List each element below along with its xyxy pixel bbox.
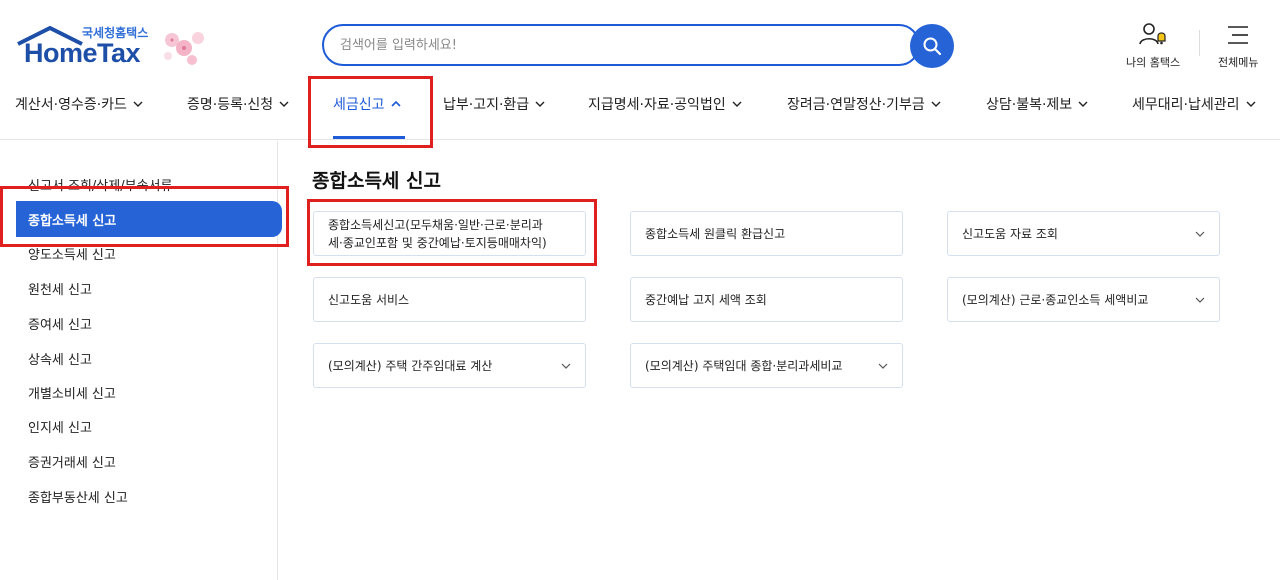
card-mock-rental-compare[interactable]: (모의계산) 주택임대 종합·분리과세비교 <box>630 343 903 388</box>
card-label: 신고도움 서비스 <box>328 292 410 307</box>
gnb-label: 장려금·연말정산·기부금 <box>787 97 925 113</box>
sidebar-item-stamp-tax[interactable]: 인지세 신고 <box>28 417 92 436</box>
sidebar: 신고서 조회/삭제/부속서류 종합소득세 신고 양도소득세 신고 원천세 신고 … <box>6 141 282 580</box>
chevron-down-icon <box>732 101 742 107</box>
card-mock-deemed-rent[interactable]: (모의계산) 주택 간주임대료 계산 <box>313 343 586 388</box>
gnb-label: 납부·고지·환급 <box>443 97 530 113</box>
card-label: (모의계산) 주택 간주임대료 계산 <box>328 358 493 373</box>
gnb-item-agent[interactable]: 세무대리·납세관리 <box>1132 94 1256 114</box>
card-mock-wage-religious-compare[interactable]: (모의계산) 근로·종교인소득 세액비교 <box>947 277 1220 322</box>
gnb-label: 상담·불복·제보 <box>986 97 1073 113</box>
card-label: 종합소득세 원클릭 환급신고 <box>645 226 786 241</box>
header: 국세청홈택스 HomeTax 나의 홈택스 <box>0 0 1280 140</box>
hamburger-menu-icon <box>1228 26 1249 44</box>
search-input[interactable] <box>340 34 880 56</box>
sidebar-item-income-tax[interactable]: 종합소득세 신고 <box>16 201 282 237</box>
hometax-logo[interactable]: 국세청홈택스 HomeTax <box>14 22 224 74</box>
chevron-down-icon <box>1078 101 1088 107</box>
gnb-label: 지급명세·자료·공익법인 <box>588 97 726 113</box>
search-box <box>322 24 920 66</box>
cherry-blossom-icon <box>164 32 204 65</box>
sidebar-item-consumption-tax[interactable]: 개별소비세 신고 <box>28 383 116 402</box>
card-label-line2: 세·종교인포함 및 중간예납·토지등매매차익) <box>328 235 547 250</box>
chevron-down-icon <box>1195 297 1205 303</box>
sidebar-item-report-list[interactable]: 신고서 조회/삭제/부속서류 <box>28 175 172 194</box>
chevron-down-icon <box>878 363 888 369</box>
card-interim-tax-inquiry[interactable]: 중간예납 고지 세액 조회 <box>630 277 903 322</box>
gnb-item-incentive[interactable]: 장려금·연말정산·기부금 <box>787 94 941 114</box>
chevron-down-icon <box>561 363 571 369</box>
sidebar-item-securities-tax[interactable]: 증권거래세 신고 <box>28 452 116 471</box>
gnb-item-invoice[interactable]: 계산서·영수증·카드 <box>15 94 143 114</box>
full-menu-button[interactable]: 전체메뉴 <box>1218 22 1258 70</box>
gnb-label: 계산서·영수증·카드 <box>15 97 127 113</box>
gnb-item-payment[interactable]: 납부·고지·환급 <box>443 94 545 114</box>
card-filing-help-data[interactable]: 신고도움 자료 조회 <box>947 211 1220 256</box>
card-filing-help-service[interactable]: 신고도움 서비스 <box>313 277 586 322</box>
card-label: (모의계산) 주택임대 종합·분리과세비교 <box>645 358 843 373</box>
chevron-down-icon <box>279 101 289 107</box>
card-label-line1: 종합소득세신고(모두채움·일반·근로·분리과 <box>328 217 543 232</box>
chevron-down-icon <box>535 101 545 107</box>
chevron-down-icon <box>931 101 941 107</box>
page-title: 종합소득세 신고 <box>312 170 441 192</box>
gnb-item-certificate[interactable]: 증명·등록·신청 <box>187 94 289 114</box>
search-button[interactable] <box>910 24 954 68</box>
gnb-item-tax-filing[interactable]: 세금신고 <box>333 94 401 114</box>
sidebar-item-property-tax[interactable]: 종합부동산세 신고 <box>28 487 128 506</box>
gnb-item-consult[interactable]: 상담·불복·제보 <box>986 94 1088 114</box>
chevron-down-icon <box>133 101 143 107</box>
util-divider <box>1199 30 1200 56</box>
gnb-label: 증명·등록·신청 <box>187 97 274 113</box>
global-nav: 계산서·영수증·카드 증명·등록·신청 세금신고 납부·고지·환급 지급명세·자… <box>0 80 1280 140</box>
card-one-click-refund[interactable]: 종합소득세 원클릭 환급신고 <box>630 211 903 256</box>
card-label: (모의계산) 근로·종교인소득 세액비교 <box>962 292 1149 307</box>
gnb-label: 세무대리·납세관리 <box>1132 97 1240 113</box>
sidebar-item-gift-tax[interactable]: 증여세 신고 <box>28 314 92 333</box>
chevron-down-icon <box>1246 101 1255 107</box>
active-tab-indicator <box>333 136 405 139</box>
sidebar-item-inheritance-tax[interactable]: 상속세 신고 <box>28 349 92 368</box>
card-label: 신고도움 자료 조회 <box>962 226 1058 241</box>
sidebar-item-transfer-tax[interactable]: 양도소득세 신고 <box>28 244 116 263</box>
full-menu-label: 전체메뉴 <box>1218 56 1259 69</box>
chevron-down-icon <box>1195 231 1205 237</box>
my-hometax-label: 나의 홈택스 <box>1126 56 1181 69</box>
user-bell-icon <box>1139 23 1166 45</box>
search-icon <box>923 37 942 56</box>
card-label: 중간예납 고지 세액 조회 <box>645 292 767 307</box>
my-hometax-button[interactable]: 나의 홈택스 <box>1126 22 1180 70</box>
sidebar-item-withholding-tax[interactable]: 원천세 신고 <box>28 279 92 298</box>
chevron-up-icon <box>390 100 401 107</box>
logo-title: HomeTax <box>24 38 141 68</box>
gnb-label: 세금신고 <box>333 97 385 113</box>
gnb-item-statement[interactable]: 지급명세·자료·공익법인 <box>588 94 742 114</box>
card-income-tax-filing[interactable]: 종합소득세신고(모두채움·일반·근로·분리과 세·종교인포함 및 중간예납·토지… <box>313 211 586 256</box>
